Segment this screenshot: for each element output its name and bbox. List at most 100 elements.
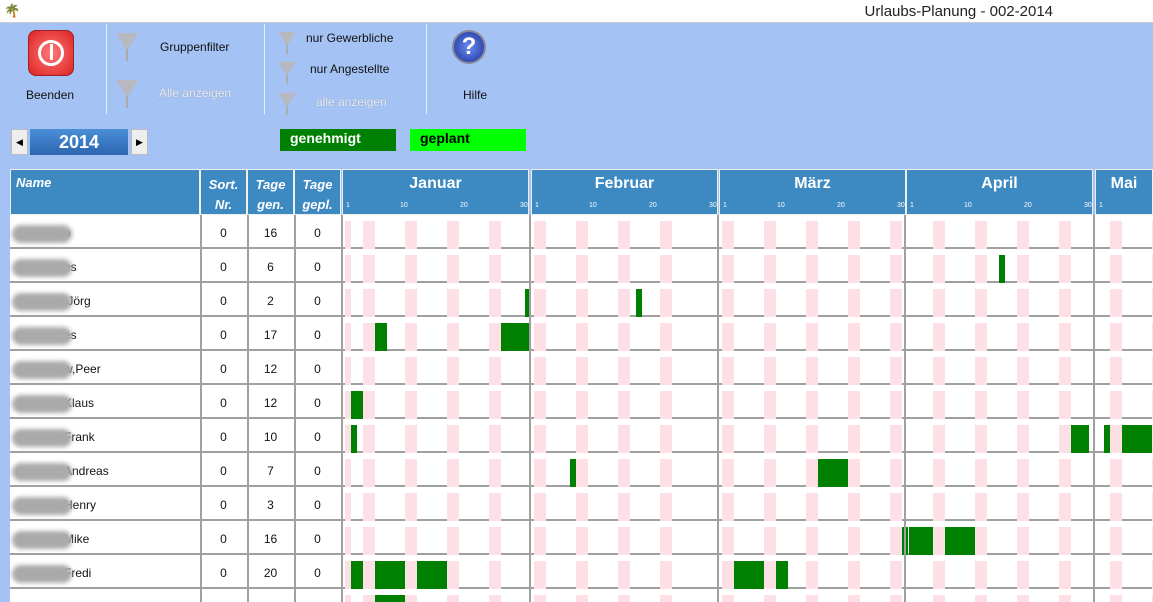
weekend-marker <box>540 221 546 249</box>
days-planned: 0 <box>314 226 321 240</box>
weekend-marker <box>896 357 902 385</box>
table-row[interactable]: o 0 16 0 <box>10 215 1153 249</box>
days-approved: 2 <box>267 294 274 308</box>
weekend-marker <box>770 391 776 419</box>
sort-number: 0 <box>220 430 227 444</box>
vacation-bar-approved[interactable] <box>636 289 642 317</box>
weekend-marker <box>981 595 987 602</box>
weekend-marker <box>1023 391 1029 419</box>
weekend-marker <box>540 289 546 317</box>
weekend-marker <box>582 561 588 589</box>
weekend-marker <box>540 595 546 602</box>
table-row[interactable]: Henry 0 3 0 <box>10 487 1153 521</box>
vacation-bar-approved[interactable] <box>818 459 848 487</box>
quit-button[interactable]: Beenden <box>18 28 86 104</box>
weekend-marker <box>666 527 672 555</box>
weekend-marker <box>1065 357 1071 385</box>
table-row[interactable]: Frank 0 10 0 <box>10 419 1153 453</box>
weekend-marker <box>854 561 860 589</box>
vacation-bar-approved[interactable] <box>351 391 363 419</box>
header-days-planned[interactable]: Tage gepl. <box>294 169 341 215</box>
only-commercial-button[interactable]: nur Gewerbliche <box>306 31 393 45</box>
employee-name: Mike <box>10 521 200 553</box>
days-planned <box>294 589 341 602</box>
vacation-bar-approved[interactable] <box>375 561 405 589</box>
table-row[interactable]: Andreas 0 7 0 <box>10 453 1153 487</box>
vacation-bar-approved[interactable] <box>945 527 975 555</box>
header-name[interactable]: Name <box>10 169 200 215</box>
redacted-name <box>12 462 72 481</box>
weekend-marker <box>1023 323 1029 351</box>
table-row[interactable]: w,Peer 0 12 0 <box>10 351 1153 385</box>
sort-number: 0 <box>220 464 227 478</box>
table-row[interactable] <box>10 589 1153 602</box>
prev-year-button[interactable]: ◀ <box>11 129 28 155</box>
weekend-marker <box>453 459 459 487</box>
weekend-marker <box>896 425 902 453</box>
weekend-marker <box>1116 493 1122 521</box>
table-row[interactable]: Fredi 0 20 0 <box>10 555 1153 589</box>
table-row[interactable]: Klaus 0 12 0 <box>10 385 1153 419</box>
show-all-button[interactable]: Alle anzeigen <box>159 86 231 100</box>
vacation-bar-approved[interactable] <box>1122 425 1152 453</box>
table-row[interactable]: Mike 0 16 0 <box>10 521 1153 555</box>
weekend-marker <box>854 527 860 555</box>
weekend-marker <box>666 425 672 453</box>
weekend-marker <box>582 289 588 317</box>
header-sort[interactable]: Sort. Nr. <box>200 169 247 215</box>
employee-name: Klaus <box>10 385 200 417</box>
weekend-marker <box>345 221 351 249</box>
vacation-bar-approved[interactable] <box>375 595 405 602</box>
weekend-marker <box>939 391 945 419</box>
next-year-button[interactable]: ▶ <box>131 129 148 155</box>
weekend-marker <box>896 323 902 351</box>
weekend-marker <box>770 459 776 487</box>
vacation-bar-approved[interactable] <box>776 561 788 589</box>
weekend-marker <box>812 561 818 589</box>
weekend-marker <box>896 391 902 419</box>
weekend-marker <box>896 561 902 589</box>
weekend-marker <box>624 255 630 283</box>
vacation-bar-approved[interactable] <box>999 255 1005 283</box>
vacation-bar-approved[interactable] <box>909 527 933 555</box>
vacation-bar-approved[interactable] <box>734 561 764 589</box>
only-employees-button[interactable]: nur Angestellte <box>310 62 389 76</box>
help-button[interactable]: ? Hilfe <box>450 28 505 104</box>
weekend-marker <box>939 323 945 351</box>
weekend-marker <box>981 391 987 419</box>
vacation-bar-approved[interactable] <box>351 561 363 589</box>
group-filter-button[interactable]: Gruppenfilter <box>160 40 229 54</box>
legend-approved: genehmigt <box>280 129 396 151</box>
weekend-marker <box>624 357 630 385</box>
weekend-marker <box>981 561 987 589</box>
weekend-marker <box>666 595 672 602</box>
month-label: März <box>794 175 831 192</box>
day-tick: 1 <box>723 202 727 209</box>
table-row[interactable]: ,Jörg 0 2 0 <box>10 283 1153 317</box>
weekend-marker <box>345 527 351 555</box>
weekend-marker <box>939 255 945 283</box>
weekend-marker <box>1065 493 1071 521</box>
header-days-approved[interactable]: Tage gen. <box>247 169 294 215</box>
weekend-marker <box>770 425 776 453</box>
vacation-bar-approved[interactable] <box>351 425 357 453</box>
weekend-marker <box>453 527 459 555</box>
vacation-bar-approved[interactable] <box>570 459 576 487</box>
table-row[interactable]: es 0 6 0 <box>10 249 1153 283</box>
weekend-marker <box>939 595 945 602</box>
weekend-marker <box>345 493 351 521</box>
show-all-employees-button[interactable]: alle anzeigen <box>316 95 387 109</box>
sort-number: 0 <box>220 226 227 240</box>
vacation-bar-approved[interactable] <box>375 323 387 351</box>
weekend-marker <box>453 221 459 249</box>
vacation-bar-approved[interactable] <box>1104 425 1110 453</box>
weekend-marker <box>582 425 588 453</box>
weekend-marker <box>624 561 630 589</box>
column-divider <box>247 215 249 602</box>
vacation-bar-approved[interactable] <box>501 323 531 351</box>
weekend-marker <box>369 255 375 283</box>
table-row[interactable]: es 0 17 0 <box>10 317 1153 351</box>
weekend-marker <box>495 595 501 602</box>
vacation-bar-approved[interactable] <box>417 561 447 589</box>
vacation-bar-approved[interactable] <box>1071 425 1089 453</box>
